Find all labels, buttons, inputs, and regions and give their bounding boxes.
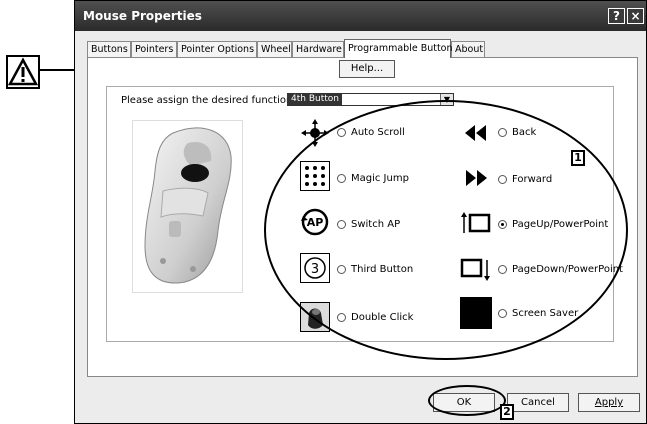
window-title: Mouse Properties — [83, 9, 202, 23]
tab-pointer-options[interactable]: Pointer Options — [177, 41, 257, 57]
tab-hardware[interactable]: Hardware — [292, 41, 344, 57]
tab-buttons[interactable]: Buttons — [87, 41, 131, 57]
close-icon[interactable]: × — [627, 8, 644, 24]
cancel-button[interactable]: Cancel — [507, 393, 569, 412]
apply-label: Apply — [594, 397, 624, 408]
tab-wheel[interactable]: Wheel — [257, 41, 292, 57]
title-bar: Mouse Properties ? × — [75, 1, 646, 31]
callout-label-2: 2 — [500, 404, 514, 420]
help-button[interactable]: Help... — [339, 60, 395, 78]
mouse-image — [132, 120, 243, 293]
callout-label-1: 1 — [571, 150, 585, 166]
button-select-value: 4th Button — [288, 94, 342, 105]
warning-triangle-icon — [6, 55, 40, 89]
callout-circle-2 — [428, 385, 506, 416]
tab-programmable-button[interactable]: Programmable Button — [344, 39, 453, 58]
tab-pointers[interactable]: Pointers — [131, 41, 177, 57]
help-icon[interactable]: ? — [608, 8, 625, 24]
tab-about[interactable]: About — [451, 41, 485, 57]
apply-button[interactable]: Apply — [578, 393, 640, 412]
callout-circle-1 — [264, 100, 628, 360]
